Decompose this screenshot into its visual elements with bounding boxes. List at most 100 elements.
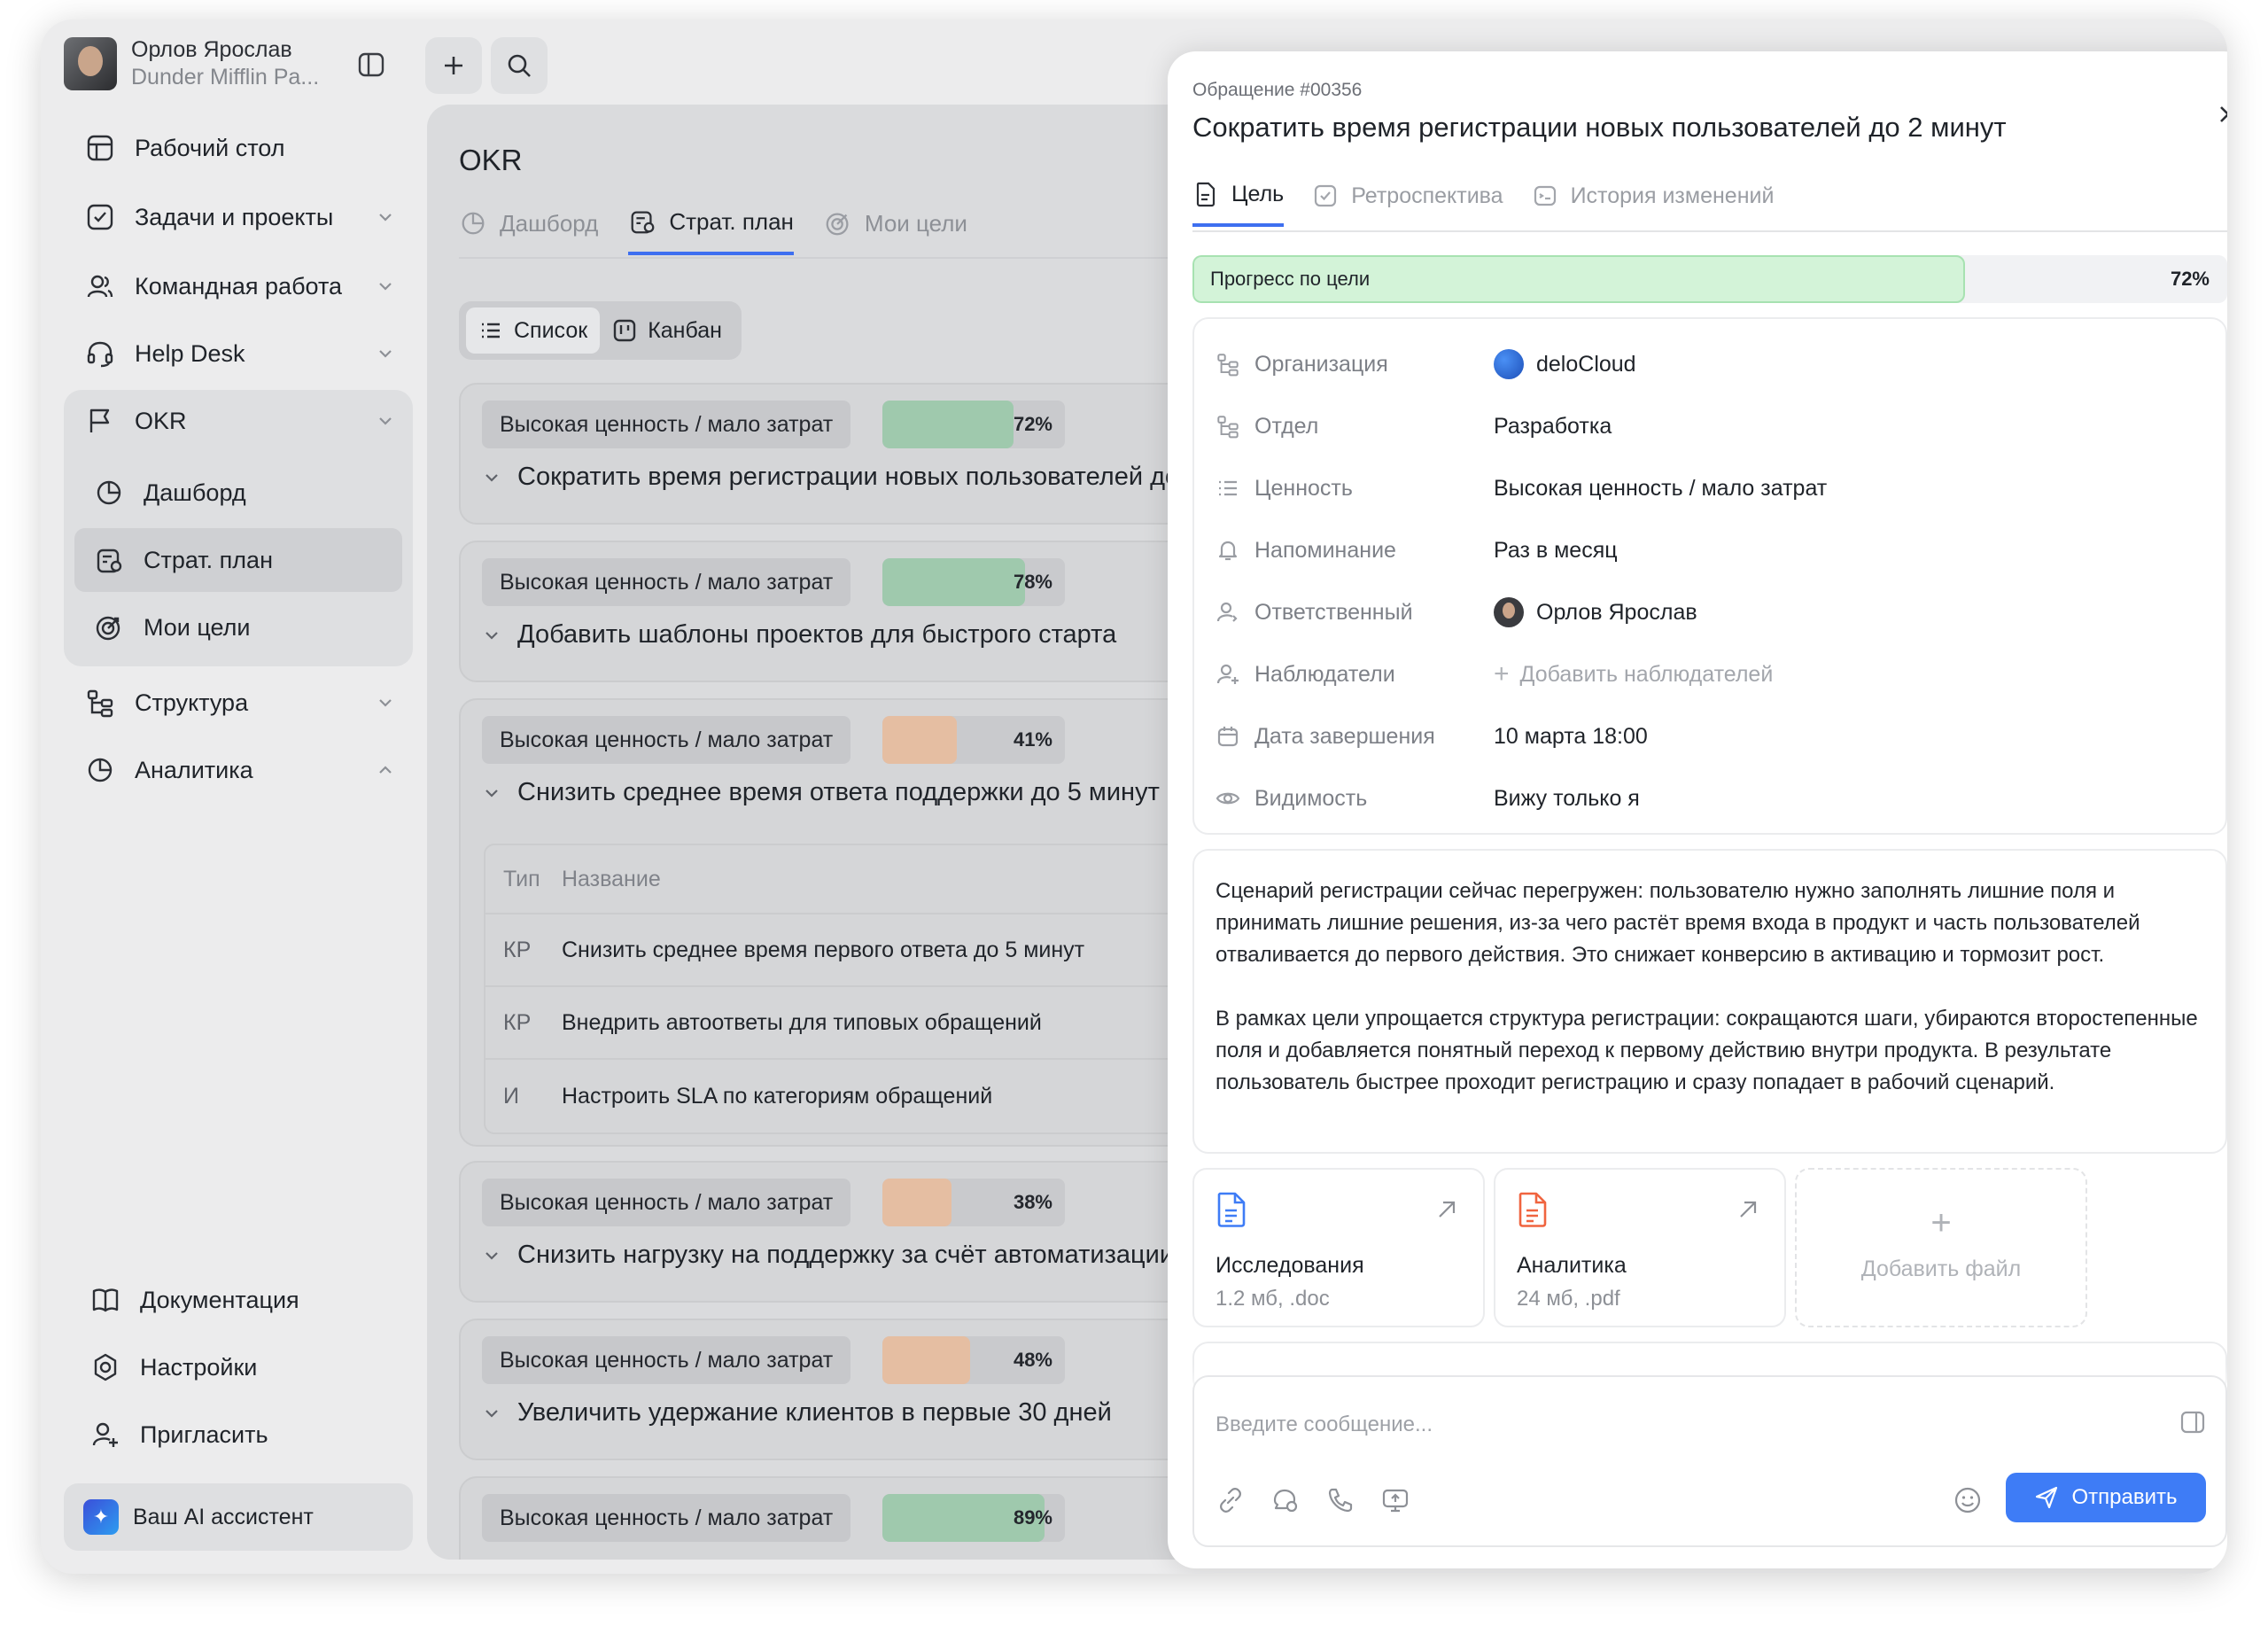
prop-value[interactable]: Орлов Ярослав: [1494, 597, 1697, 627]
sidebar-subitem-my-goals[interactable]: Мои цели: [74, 595, 402, 659]
sidebar-subitem-strat-plan[interactable]: Страт. план: [74, 528, 402, 592]
sidebar-item-label: Структура: [135, 689, 249, 716]
add-file-button[interactable]: + Добавить файл: [1795, 1168, 2087, 1327]
sidebar-subitem-dashboard[interactable]: Дашборд: [74, 461, 402, 525]
prop-value[interactable]: deloCloud: [1494, 349, 1636, 379]
modal-tabs-divider: [1192, 230, 2227, 232]
kanban-icon: [612, 318, 637, 343]
message-composer: Введите сообщение... Отправить: [1192, 1375, 2227, 1547]
prop-due-date: Дата завершения 10 марта 18:00: [1216, 714, 2208, 759]
sidebar-item-analytics[interactable]: Аналитика: [64, 739, 413, 801]
chevron-down-icon[interactable]: [482, 1404, 501, 1423]
goal-title: Увеличить удержание клиентов в первые 30…: [517, 1398, 1112, 1427]
goal-title-row: Снизить нагрузку на поддержку за счёт ав…: [482, 1241, 1174, 1270]
sidebar-item-tasks[interactable]: Задачи и проекты: [64, 186, 413, 248]
chevron-down-icon[interactable]: [482, 1246, 501, 1265]
row-name: Настроить SLA по категориям обращений: [562, 1083, 993, 1109]
prop-value[interactable]: Раз в месяц: [1494, 538, 1618, 564]
sidebar-item-desktop[interactable]: Рабочий стол: [64, 117, 413, 179]
prop-key: Отдел: [1254, 413, 1319, 439]
prop-key: Организация: [1254, 351, 1388, 377]
chevron-down-icon: [376, 276, 395, 296]
send-button[interactable]: Отправить: [2006, 1473, 2206, 1522]
prop-value[interactable]: Высокая ценность / мало затрат: [1494, 476, 1827, 502]
hierarchy-icon: [85, 688, 115, 718]
ai-assistant-button[interactable]: ✦ Ваш AI ассистент: [64, 1483, 413, 1551]
goal-detail-modal: Обращение #00356 Сократить время регистр…: [1168, 51, 2227, 1568]
add-button[interactable]: [425, 37, 482, 94]
hierarchy-icon: [1216, 352, 1240, 377]
add-watchers-button[interactable]: + Добавить наблюдателей: [1494, 659, 1773, 689]
avatar: [64, 37, 117, 90]
view-switcher: Список Канбан: [459, 301, 742, 360]
sidebar-item-teamwork[interactable]: Командная работа: [64, 255, 413, 317]
file-name: Аналитика: [1517, 1253, 1627, 1278]
description-paragraph: В рамках цели упрощается структура регис…: [1216, 1007, 2198, 1094]
view-list-button[interactable]: Список: [466, 307, 601, 354]
open-arrow-icon[interactable]: [1435, 1198, 1458, 1221]
goal-progress-bar: 48%: [882, 1336, 1065, 1384]
expand-icon[interactable]: [2179, 1409, 2206, 1436]
modal-title: Сократить время регистрации новых пользо…: [1192, 112, 2007, 143]
prop-organization: Организация deloCloud: [1216, 342, 2208, 386]
attachment-card[interactable]: Аналитика 24 мб, .pdf: [1494, 1168, 1786, 1327]
goal-progress-bar: 38%: [882, 1179, 1065, 1226]
attach-link-icon[interactable]: [1216, 1485, 1246, 1515]
prop-key: Ответственный: [1254, 599, 1413, 625]
sidebar-item-label: Пригласить: [140, 1420, 268, 1448]
close-icon[interactable]: [2213, 99, 2227, 129]
prop-value[interactable]: 10 марта 18:00: [1494, 724, 1648, 750]
prop-visibility: Видимость Вижу только я: [1216, 776, 2208, 821]
sidebar-item-okr[interactable]: OKR: [64, 390, 413, 452]
list-icon: [478, 318, 503, 343]
pie-chart-icon: [85, 755, 115, 785]
tab-strat-plan[interactable]: Страт. план: [628, 207, 794, 255]
emoji-icon[interactable]: [1953, 1485, 1983, 1515]
goal-title-row: Добавить шаблоны проектов для быстрого с…: [482, 620, 1116, 650]
prop-watchers: Наблюдатели + Добавить наблюдателей: [1216, 652, 2208, 696]
ai-assistant-label: Ваш AI ассистент: [133, 1504, 314, 1529]
chat-icon[interactable]: [1270, 1485, 1301, 1515]
view-kanban-label: Канбан: [648, 317, 722, 343]
goal-progress-value: 72%: [2170, 268, 2210, 290]
attachment-card[interactable]: Исследования 1.2 мб, .doc: [1192, 1168, 1485, 1327]
clipboard-icon: [94, 545, 124, 575]
sidebar-item-settings[interactable]: Настройки: [64, 1336, 413, 1398]
sidebar-toggle-icon[interactable]: [356, 50, 386, 80]
goal-title: Снизить нагрузку на поддержку за счёт ав…: [517, 1241, 1175, 1269]
view-kanban-button[interactable]: Канбан: [600, 307, 734, 354]
tab-history[interactable]: История изменений: [1532, 181, 1774, 227]
tab-my-goals[interactable]: Мои цели: [824, 207, 967, 255]
sidebar-item-invite[interactable]: Пригласить: [64, 1404, 413, 1466]
view-list-label: Список: [514, 317, 588, 343]
open-arrow-icon[interactable]: [1736, 1198, 1759, 1221]
chevron-down-icon[interactable]: [482, 468, 501, 487]
search-icon: [508, 54, 531, 77]
owner-name: Орлов Ярослав: [1536, 599, 1697, 625]
sidebar-item-structure[interactable]: Структура: [64, 672, 413, 734]
send-icon: [2034, 1485, 2059, 1510]
prop-value[interactable]: Вижу только я: [1494, 786, 1640, 812]
goal-progress-bar: 89%: [882, 1494, 1065, 1542]
chevron-down-icon[interactable]: [482, 626, 501, 645]
bell-icon: [1216, 538, 1240, 563]
file-meta: 24 мб, .pdf: [1517, 1287, 1620, 1311]
row-name: Снизить среднее время первого ответа до …: [562, 937, 1085, 962]
value-chip: Высокая ценность / мало затрат: [482, 1336, 851, 1384]
screen-share-icon[interactable]: [1380, 1485, 1410, 1515]
user-profile[interactable]: Орлов Ярослав Dunder Mifflin Pa...: [64, 37, 319, 90]
tab-goal[interactable]: Цель: [1192, 181, 1285, 227]
message-input[interactable]: Введите сообщение...: [1216, 1412, 1433, 1437]
prop-value[interactable]: Разработка: [1494, 414, 1612, 440]
goal-title-row: Сократить время регистрации новых пользо…: [482, 463, 1278, 492]
tab-retrospective[interactable]: Ретроспектива: [1312, 181, 1503, 227]
sidebar-item-docs[interactable]: Документация: [64, 1269, 413, 1331]
search-button[interactable]: [491, 37, 548, 94]
sidebar-item-helpdesk[interactable]: Help Desk: [64, 323, 413, 385]
row-type: КР: [503, 937, 532, 962]
tab-dashboard[interactable]: Дашборд: [459, 207, 598, 255]
goal-title-row: Увеличить удержание клиентов в первые 30…: [482, 1398, 1112, 1428]
value-chip: Высокая ценность / мало затрат: [482, 558, 851, 606]
chevron-down-icon[interactable]: [482, 783, 501, 803]
phone-icon[interactable]: [1325, 1485, 1355, 1515]
